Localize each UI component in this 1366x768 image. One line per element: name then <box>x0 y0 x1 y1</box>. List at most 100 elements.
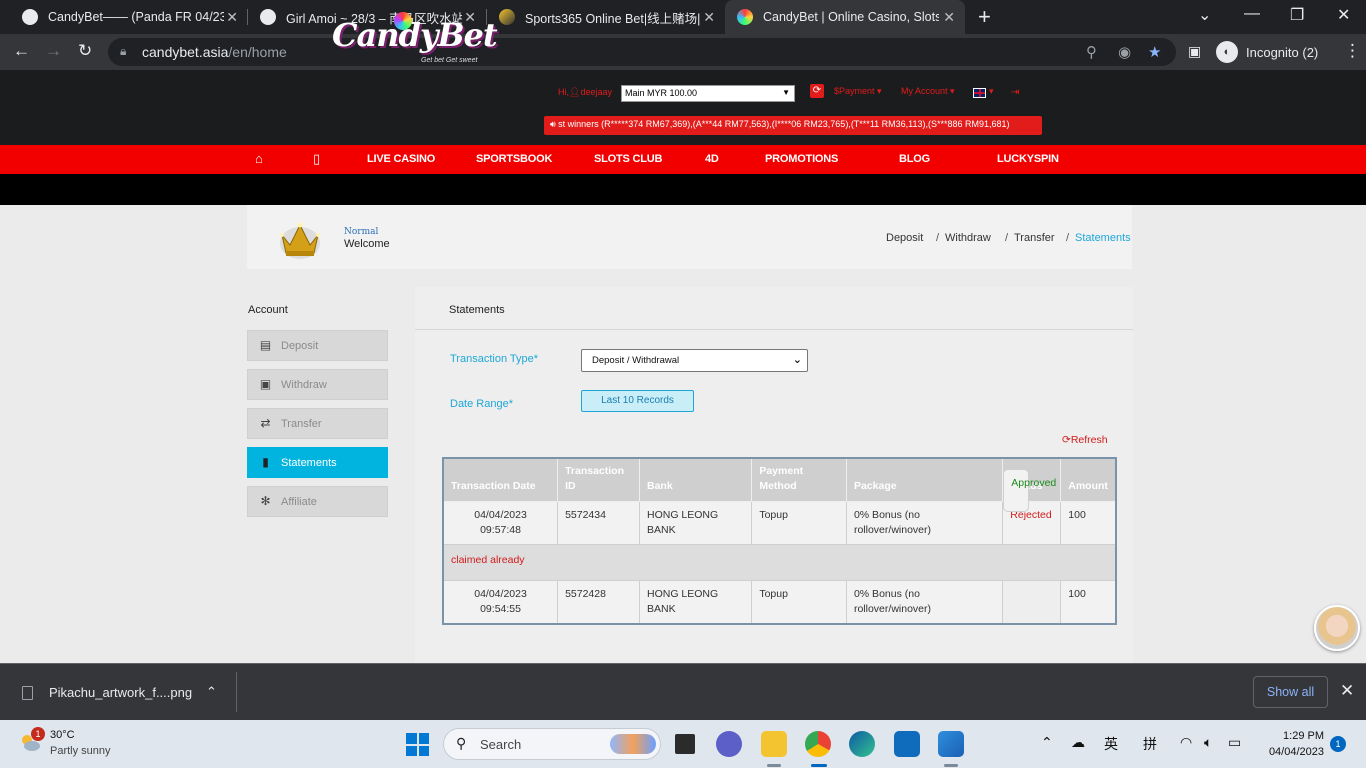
sidebar-item-transfer[interactable]: ⇄ Transfer <box>247 408 388 439</box>
my-account-menu[interactable]: My Account ▾ <box>901 86 955 97</box>
ime-input[interactable]: 拼 <box>1143 734 1157 754</box>
logout-icon[interactable]: ⇥ <box>1011 87 1019 98</box>
profile-box <box>247 205 1132 269</box>
bookmark-star-icon[interactable]: ★ <box>1148 43 1161 61</box>
crumb-separator: / <box>936 232 940 244</box>
nav-4d[interactable]: 4D <box>705 153 719 165</box>
forward-icon[interactable]: → <box>45 41 62 61</box>
tab-search-icon[interactable]: ⌄ <box>1198 5 1211 25</box>
crumb-withdraw[interactable]: Withdraw <box>945 232 991 244</box>
cell-package: 0% Bonus (no rollover/winover) <box>845 579 1004 624</box>
photos-icon[interactable] <box>938 731 964 757</box>
windows-start-icon[interactable] <box>406 733 429 756</box>
incognito-indicator[interactable]: ◐ Incognito (2) <box>1216 39 1318 65</box>
sidebar-title: Account <box>248 304 288 316</box>
show-all-button[interactable]: Show all <box>1253 676 1328 708</box>
cell-amount: 100 <box>1060 579 1117 624</box>
reload-icon[interactable]: ↻ <box>78 41 92 61</box>
onedrive-icon[interactable]: ☁ <box>1071 734 1085 751</box>
weather-description[interactable]: Partly sunny <box>50 745 111 757</box>
minimize-icon[interactable]: — <box>1244 5 1260 23</box>
nav-promotions[interactable]: PROMOTIONS <box>765 153 838 165</box>
sidebar-item-affiliate[interactable]: ✻ Affiliate <box>247 486 388 517</box>
language-caret-icon[interactable]: ▾ <box>989 86 994 97</box>
close-icon[interactable]: ✕ <box>703 9 715 26</box>
nav-sportsbook[interactable]: SPORTSBOOK <box>476 153 552 165</box>
volume-icon[interactable]: 🔈︎ <box>1204 734 1212 751</box>
nav-blog[interactable]: BLOG <box>899 153 930 165</box>
uk-flag-icon[interactable] <box>973 88 986 98</box>
download-item[interactable]: Pikachu_artwork_f....png <box>22 685 192 700</box>
side-panel-icon[interactable]: ▣ <box>1188 43 1201 60</box>
cell-date: 04/04/2023 09:57:48 <box>442 500 559 545</box>
winners-ticker: 🔊︎ st winners (R*****374 RM67,369),(A***… <box>544 116 1042 135</box>
lock-icon[interactable]: 🔒︎ <box>120 44 126 59</box>
refresh-icon: ⟳ <box>1062 434 1071 446</box>
nav-live-casino[interactable]: LIVE CASINO <box>367 153 435 165</box>
outlook-icon[interactable] <box>894 731 920 757</box>
refresh-balance-icon[interactable]: ⟳ <box>810 84 824 98</box>
crumb-statements[interactable]: Statements <box>1075 232 1131 244</box>
wallet-select[interactable]: Main MYR 100.00 ▼ <box>621 85 795 102</box>
nav-slots-club[interactable]: SLOTS CLUB <box>594 153 662 165</box>
tab-candybet-active[interactable]: CandyBet | Online Casino, Slots & ✕ <box>725 0 965 34</box>
battery-icon[interactable]: ▭ <box>1228 734 1241 751</box>
candybet-logo[interactable]: CandyBet <box>332 16 498 54</box>
globe-icon <box>22 9 38 25</box>
sidebar-item-deposit[interactable]: ▤ Deposit <box>247 330 388 361</box>
zoom-icon[interactable]: ⚲ <box>1086 43 1097 61</box>
chevron-down-icon: ⌄ <box>792 354 802 366</box>
statements-table: Transaction Date Transaction ID Bank Pay… <box>442 457 1117 625</box>
close-icon[interactable]: ✕ <box>943 9 955 26</box>
wifi-icon[interactable]: ◠ <box>1180 734 1192 751</box>
running-indicator <box>944 764 958 767</box>
col-payment-method: Payment Method <box>751 457 847 502</box>
taskbar-search[interactable]: ⚲ Search <box>443 728 661 760</box>
chevron-up-icon[interactable]: ⌃ <box>1041 734 1053 751</box>
home-icon[interactable]: ⌂ <box>255 151 263 166</box>
file-explorer-icon[interactable] <box>761 731 787 757</box>
address-bar[interactable]: 🔒︎ candybet.asia/en/home ⚲ ◉ ★ <box>108 38 1176 66</box>
teams-chat-icon[interactable] <box>716 731 742 757</box>
menu-kebab-icon[interactable]: ⋮ <box>1344 41 1361 61</box>
clock[interactable]: 1:29 PM 04/04/2023 <box>1262 728 1324 760</box>
ime-mode[interactable]: 英 <box>1104 734 1118 754</box>
chrome-icon[interactable] <box>805 731 831 757</box>
refresh-link[interactable]: ⟳Refresh <box>1062 434 1108 446</box>
window-close-icon[interactable]: ✕ <box>1337 5 1350 25</box>
tracking-eye-icon[interactable]: ◉ <box>1118 43 1131 61</box>
cell-status: Approved <box>1003 469 1056 512</box>
cell-note: claimed already <box>442 543 1117 581</box>
crumb-transfer[interactable]: Transfer <box>1014 232 1055 244</box>
mobile-icon[interactable]: ▯ <box>313 151 320 167</box>
last-10-records-button[interactable]: Last 10 Records <box>581 390 694 412</box>
close-icon[interactable]: ✕ <box>1340 681 1354 701</box>
new-tab-button[interactable]: + <box>978 4 991 30</box>
notification-badge[interactable]: 1 <box>1330 736 1346 752</box>
globe-icon <box>260 9 276 25</box>
chat-avatar-button[interactable] <box>1314 605 1360 651</box>
cell-id: 5572428 <box>557 579 640 624</box>
payment-menu[interactable]: $Payment ▾ <box>834 86 882 97</box>
tab-candybet-panda[interactable]: CandyBet—— (Panda FR 04/23 ✕ <box>10 0 248 34</box>
back-icon[interactable]: ← <box>13 41 30 61</box>
close-icon[interactable]: ✕ <box>226 9 238 26</box>
cell-id: 5572434 <box>557 500 640 545</box>
lollipop-logo-icon <box>394 12 412 30</box>
transaction-type-select[interactable]: Deposit / Withdrawal ⌄ <box>581 349 808 372</box>
temperature[interactable]: 30°C <box>50 729 75 741</box>
chevron-up-icon[interactable]: ⌃ <box>206 684 217 700</box>
sidebar-item-statements[interactable]: ▮ Statements <box>247 447 388 478</box>
sidebar-item-withdraw[interactable]: ▣ Withdraw <box>247 369 388 400</box>
gear-icon: ✻ <box>260 494 271 508</box>
restore-icon[interactable]: ❐ <box>1290 5 1304 25</box>
tab-sports365[interactable]: Sports365 Online Bet|线上赌场| ✕ <box>487 0 725 34</box>
crown-icon <box>280 222 320 259</box>
task-view-icon[interactable] <box>672 731 698 757</box>
crumb-deposit[interactable]: Deposit <box>886 232 923 244</box>
nav-luckyspin[interactable]: LUCKYSPIN <box>997 153 1059 165</box>
edge-icon[interactable] <box>849 731 875 757</box>
speaker-icon: 🔊︎ <box>550 119 559 129</box>
url-text: candybet.asia/en/home <box>142 44 287 60</box>
running-indicator <box>767 764 781 767</box>
